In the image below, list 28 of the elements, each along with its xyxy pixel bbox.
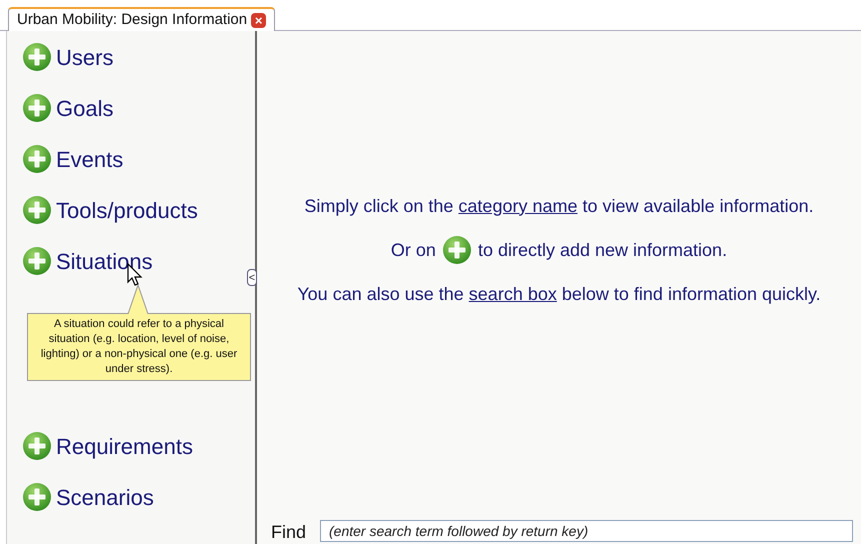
plus-icon[interactable] bbox=[22, 246, 52, 276]
document-tab[interactable]: Urban Mobility: Design Information × bbox=[8, 7, 276, 31]
category-link[interactable]: Scenarios bbox=[56, 480, 154, 514]
plus-icon[interactable] bbox=[22, 482, 52, 512]
category-link[interactable]: Goals bbox=[56, 92, 114, 124]
text-link[interactable]: category name bbox=[458, 196, 578, 216]
search-field[interactable]: (enter search term followed by return key) bbox=[320, 520, 853, 542]
instruction-text: to directly add new information. bbox=[478, 238, 728, 262]
plus-icon[interactable] bbox=[22, 195, 52, 225]
plus-icon bbox=[442, 235, 472, 265]
text-link[interactable]: search box bbox=[468, 284, 557, 304]
tooltip-text: A situation could refer to a physical situation (e.g. location, level of noise, lighting) or a non-physical one (e.g. user under stress). bbox=[40, 318, 238, 375]
category-link[interactable]: Requirements bbox=[56, 430, 193, 462]
category-link[interactable]: Events bbox=[56, 142, 124, 176]
instruction-text: Simply click on the category name to view available information. bbox=[304, 194, 814, 218]
category-link[interactable]: Users bbox=[56, 40, 114, 74]
find-label: Find bbox=[271, 521, 306, 543]
close-button[interactable]: × bbox=[251, 12, 266, 28]
plus-icon[interactable] bbox=[22, 42, 52, 72]
plus-icon[interactable] bbox=[22, 144, 52, 174]
tab-title: Urban Mobility: Design Information bbox=[17, 10, 248, 30]
instruction-text: Or on bbox=[390, 238, 436, 262]
category-link[interactable]: Situations bbox=[56, 244, 153, 278]
plus-icon[interactable] bbox=[22, 431, 52, 461]
plus-icon[interactable] bbox=[22, 93, 52, 123]
instruction-text: You can also use the search box below to find information quickly. bbox=[297, 282, 821, 306]
category-link[interactable]: Tools/products bbox=[56, 194, 198, 226]
collapse-button[interactable]: < bbox=[247, 269, 257, 286]
